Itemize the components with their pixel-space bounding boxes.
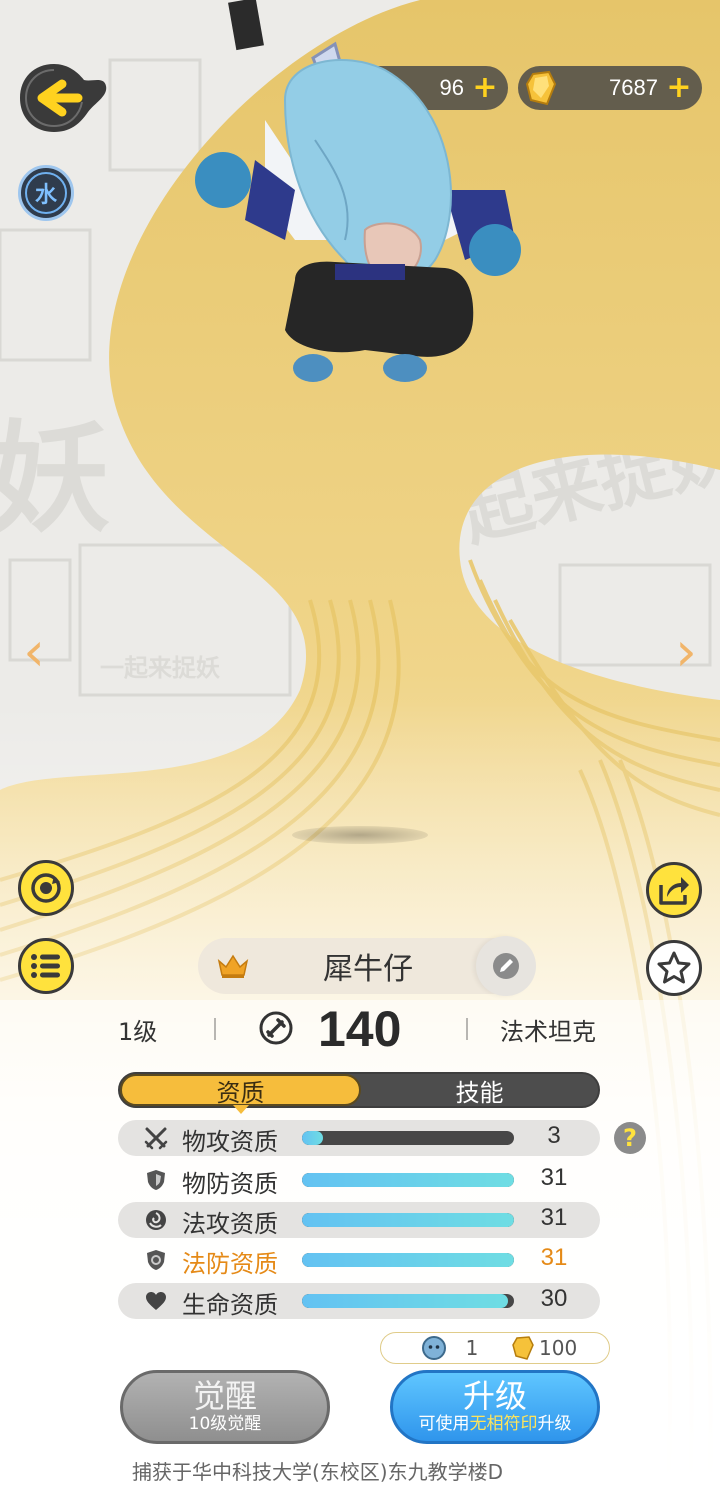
upgrade-cost: 1 100 xyxy=(380,1332,610,1364)
stat-row-physical-defense: 物防资质 31 xyxy=(118,1162,600,1198)
stat-value: 30 xyxy=(540,1285,568,1312)
upgrade-sub-prefix: 可使用 xyxy=(418,1414,470,1434)
pet-name: 犀牛仔 xyxy=(323,952,413,987)
pet-shadow xyxy=(292,826,428,844)
divider xyxy=(214,1018,216,1040)
power-icon xyxy=(258,1010,294,1046)
shield-icon xyxy=(144,1168,168,1192)
add-gold-button[interactable]: + xyxy=(666,73,692,103)
svg-text:妖: 妖 xyxy=(0,410,110,549)
detail-tabs: 资质 技能 xyxy=(118,1072,600,1114)
upgrade-label: 升级 xyxy=(462,1377,527,1415)
refresh-icon xyxy=(31,873,61,903)
cost-pet-token-value: 1 xyxy=(465,1336,479,1360)
list-icon xyxy=(31,954,60,978)
stat-row-magic-attack: 法攻资质 31 xyxy=(118,1202,600,1238)
stat-value: 3 xyxy=(547,1122,561,1149)
element-badge[interactable]: 水 xyxy=(18,165,74,221)
stat-label: 物攻资质 xyxy=(182,1128,278,1156)
stat-row-health: 生命资质 30 xyxy=(118,1283,600,1319)
upgrade-button[interactable]: 升级 可使用无相符印升级 xyxy=(390,1370,600,1444)
stat-row-physical-attack: 物攻资质 3 xyxy=(118,1120,600,1156)
stat-bar xyxy=(302,1294,514,1308)
stat-label: 法防资质 xyxy=(182,1250,278,1278)
back-arrow-icon xyxy=(20,64,107,132)
tab-skills[interactable]: 技能 xyxy=(361,1074,598,1107)
back-button[interactable] xyxy=(18,62,108,134)
pet-level: 1级 xyxy=(118,1018,158,1046)
next-pet-button[interactable]: › xyxy=(666,625,706,679)
stat-bar xyxy=(302,1253,514,1267)
pet-info-row: 1级 140 法术坦克 xyxy=(0,1000,720,1057)
pet-name-bar: 犀牛仔 xyxy=(198,936,536,996)
upgrade-sublabel: 可使用无相符印升级 xyxy=(419,1413,572,1435)
share-icon xyxy=(659,877,689,905)
awaken-label: 觉醒 xyxy=(192,1377,257,1415)
stat-bar xyxy=(302,1131,514,1145)
previous-pet-button[interactable]: ‹ xyxy=(14,625,54,679)
rotate-view-button[interactable] xyxy=(18,860,74,916)
divider xyxy=(466,1018,468,1040)
upgrade-sub-suffix: 升级 xyxy=(537,1414,572,1434)
gold-value: 7687 xyxy=(609,75,658,100)
combat-power-value: 140 xyxy=(318,1001,402,1057)
edit-icon xyxy=(493,953,519,979)
awaken-sublabel: 10级觉醒 xyxy=(188,1414,262,1434)
crown-icon xyxy=(206,953,260,979)
rename-button[interactable] xyxy=(476,936,536,996)
menu-button[interactable] xyxy=(18,938,74,994)
heart-icon xyxy=(144,1289,168,1313)
upgrade-sub-highlight: 无相符印 xyxy=(469,1414,538,1434)
stat-bar-fill xyxy=(302,1294,508,1308)
capture-location: 捕获于华中科技大学(东校区)东九教学楼D xyxy=(132,1460,504,1484)
pet-character-model[interactable] xyxy=(185,40,535,400)
stat-row-magic-defense: 法防资质 31 xyxy=(118,1242,600,1278)
stat-bar-fill xyxy=(302,1131,324,1145)
tab-aptitude[interactable]: 资质 xyxy=(120,1074,361,1114)
stat-bar-fill xyxy=(302,1253,514,1267)
star-icon xyxy=(657,951,691,984)
stat-bar-fill xyxy=(302,1213,514,1227)
crossed-swords-icon xyxy=(144,1126,168,1150)
magic-shield-icon xyxy=(144,1248,168,1272)
stat-label: 物防资质 xyxy=(182,1170,278,1198)
stat-value: 31 xyxy=(540,1204,568,1231)
pet-role: 法术坦克 xyxy=(500,1018,596,1046)
stat-label: 法攻资质 xyxy=(182,1210,278,1238)
svg-text:一起来捉妖: 一起来捉妖 xyxy=(100,654,220,682)
stat-bar xyxy=(302,1173,514,1187)
gold-counter[interactable]: 7687 + xyxy=(518,66,702,110)
gold-crystal-icon xyxy=(511,1335,535,1361)
stat-value: 31 xyxy=(540,1244,568,1271)
share-button[interactable] xyxy=(646,862,702,918)
cost-gold-value: 100 xyxy=(539,1336,578,1360)
magic-orb-icon xyxy=(144,1208,168,1232)
favorite-button[interactable] xyxy=(646,940,702,996)
pet-token-icon xyxy=(421,1335,447,1361)
stat-bar-fill xyxy=(302,1173,514,1187)
aptitude-help-button[interactable]: ? xyxy=(614,1122,646,1154)
stat-bar xyxy=(302,1213,514,1227)
element-water-label: 水 xyxy=(25,172,67,214)
stat-value: 31 xyxy=(540,1164,568,1191)
stat-label: 生命资质 xyxy=(182,1291,278,1319)
awaken-button[interactable]: 觉醒 10级觉醒 xyxy=(120,1370,330,1444)
